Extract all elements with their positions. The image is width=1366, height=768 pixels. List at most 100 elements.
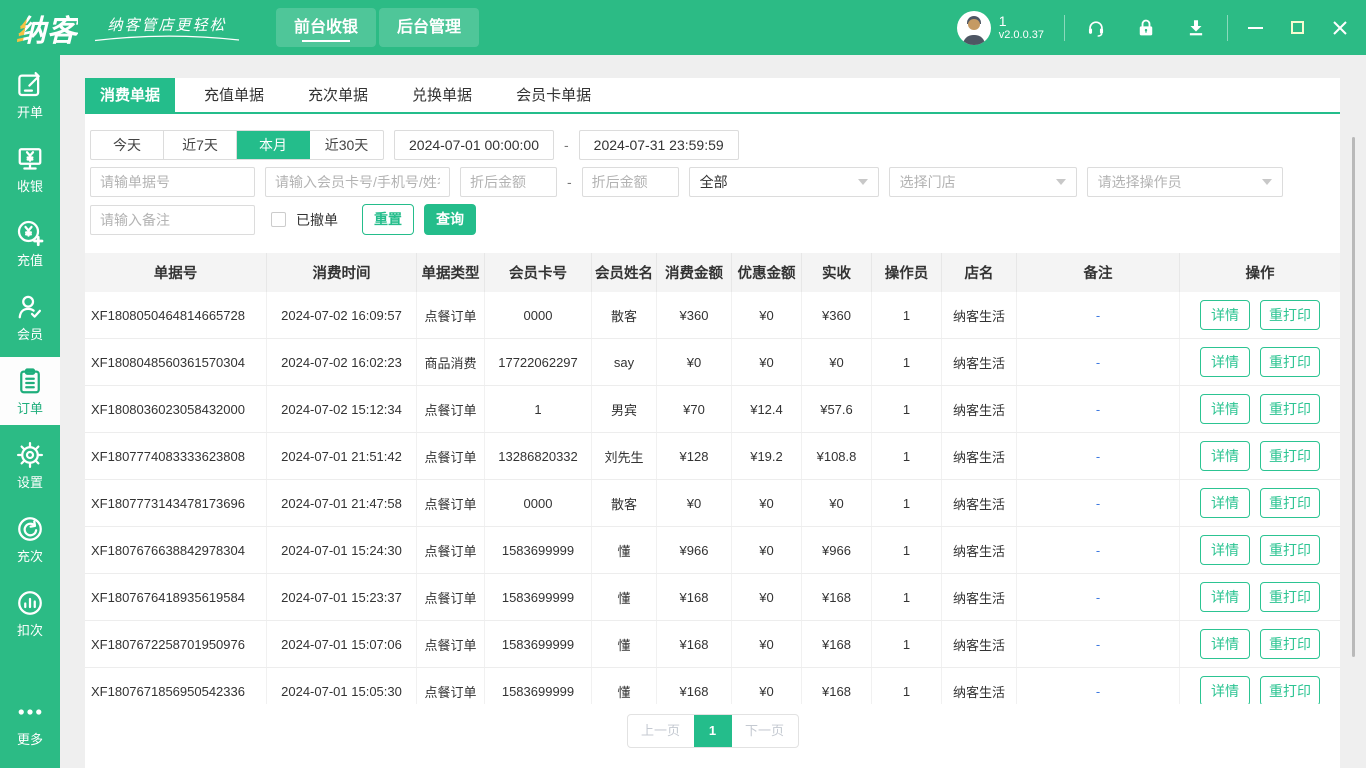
operator-select[interactable]: 请选择操作员 bbox=[1086, 167, 1283, 197]
cell-store: 纳客生活 bbox=[942, 480, 1017, 526]
minimize-icon[interactable] bbox=[1248, 26, 1263, 29]
cell-actions: 详情 重打印 bbox=[1180, 433, 1340, 479]
cell-member: 懂 bbox=[592, 527, 657, 573]
detail-button[interactable]: 详情 bbox=[1200, 488, 1250, 518]
sidebar-item-cashier[interactable]: 收银 bbox=[0, 135, 60, 203]
sidebar-item-settings[interactable]: 设置 bbox=[0, 431, 60, 499]
reprint-button[interactable]: 重打印 bbox=[1260, 676, 1320, 704]
doc-tab[interactable]: 会员卡单据 bbox=[501, 78, 606, 112]
filters: 今天近7天本月近30天 - - 全部 选择门店 请选择操作员 bbox=[85, 114, 1340, 235]
table-row: XF1807672258701950976 2024-07-01 15:07:06… bbox=[85, 621, 1340, 668]
sidebar-item-member[interactable]: 会员 bbox=[0, 283, 60, 351]
cell-time: 2024-07-01 15:23:37 bbox=[267, 574, 417, 620]
detail-button[interactable]: 详情 bbox=[1200, 441, 1250, 471]
date-preset-button[interactable]: 今天 bbox=[91, 131, 164, 159]
column-header: 单据号 bbox=[85, 253, 267, 292]
reset-button[interactable]: 重置 bbox=[362, 204, 414, 235]
detail-button[interactable]: 详情 bbox=[1200, 347, 1250, 377]
amount-min-input[interactable] bbox=[460, 167, 557, 197]
cell-time: 2024-07-01 15:24:30 bbox=[267, 527, 417, 573]
filter-row-actions: 已撤单 重置 查询 bbox=[90, 204, 1335, 235]
cell-discount: ¥0 bbox=[732, 668, 802, 704]
sidebar-item-deduct-times[interactable]: 扣次 bbox=[0, 579, 60, 647]
reprint-button[interactable]: 重打印 bbox=[1260, 488, 1320, 518]
sidebar-item-recharge-times[interactable]: 充次 bbox=[0, 505, 60, 573]
doc-tab[interactable]: 消费单据 bbox=[85, 78, 176, 112]
download-icon[interactable] bbox=[1185, 17, 1207, 39]
doc-tab[interactable]: 充次单据 bbox=[293, 78, 383, 112]
sidebar-item-orders[interactable]: 订单 bbox=[0, 357, 60, 425]
member-search-input[interactable] bbox=[265, 167, 450, 197]
next-page-button[interactable]: 下一页 bbox=[732, 715, 798, 747]
cell-operator: 1 bbox=[872, 527, 942, 573]
cell-type: 点餐订单 bbox=[417, 480, 485, 526]
reprint-button[interactable]: 重打印 bbox=[1260, 347, 1320, 377]
lock-icon[interactable] bbox=[1135, 17, 1157, 39]
topnav-tab[interactable]: 前台收银 bbox=[276, 8, 377, 47]
detail-button[interactable]: 详情 bbox=[1200, 535, 1250, 565]
vertical-scrollbar[interactable] bbox=[1352, 137, 1355, 657]
topnav-tab[interactable]: 后台管理 bbox=[379, 8, 480, 47]
support-headset-icon[interactable] bbox=[1085, 17, 1107, 39]
reprint-button[interactable]: 重打印 bbox=[1260, 629, 1320, 659]
sidebar-item-label: 开单 bbox=[16, 105, 43, 120]
cell-type: 点餐订单 bbox=[417, 292, 485, 338]
slogan-text: 纳客管店更轻松 bbox=[107, 16, 227, 34]
date-preset-button[interactable]: 近7天 bbox=[164, 131, 237, 159]
cell-type: 点餐订单 bbox=[417, 574, 485, 620]
date-to-input[interactable] bbox=[578, 130, 739, 160]
cell-type: 商品消费 bbox=[417, 339, 485, 385]
sidebar-item-billing[interactable]: 开单 bbox=[0, 61, 60, 129]
reprint-button[interactable]: 重打印 bbox=[1260, 394, 1320, 424]
reprint-button[interactable]: 重打印 bbox=[1260, 535, 1320, 565]
current-page-button[interactable]: 1 bbox=[693, 715, 732, 747]
orders-icon bbox=[15, 366, 45, 396]
document-tabs: 消费单据 充值单据 充次单据 兑换单据 会员卡单据 bbox=[85, 78, 1340, 114]
chevron-down-icon bbox=[1055, 179, 1066, 185]
table-row: XF1808036023058432000 2024-07-02 15:12:34… bbox=[85, 386, 1340, 433]
doc-tab[interactable]: 充值单据 bbox=[189, 78, 279, 112]
cell-time: 2024-07-01 21:51:42 bbox=[267, 433, 417, 479]
member-icon bbox=[15, 292, 45, 322]
sidebar-item-label: 扣次 bbox=[16, 623, 43, 638]
detail-button[interactable]: 详情 bbox=[1200, 582, 1250, 612]
detail-button[interactable]: 详情 bbox=[1200, 676, 1250, 704]
sidebar-item-label: 设置 bbox=[16, 475, 43, 490]
table-row: XF1808048560361570304 2024-07-02 16:02:23… bbox=[85, 339, 1340, 386]
table-row: XF1807676638842978304 2024-07-01 15:24:30… bbox=[85, 527, 1340, 574]
pagination-group: 上一页 1 下一页 bbox=[626, 714, 799, 748]
maximize-icon[interactable] bbox=[1291, 21, 1304, 34]
table-body: XF1808050464814665728 2024-07-02 16:09:57… bbox=[85, 292, 1340, 704]
sidebar: 开单收银充值会员 订单设置充次扣次更多 bbox=[0, 55, 60, 768]
sidebar-item-label: 充值 bbox=[16, 253, 43, 268]
store-select[interactable]: 选择门店 bbox=[888, 167, 1077, 197]
revoked-checkbox[interactable] bbox=[271, 212, 286, 227]
prev-page-button[interactable]: 上一页 bbox=[628, 715, 694, 747]
reprint-button[interactable]: 重打印 bbox=[1260, 441, 1320, 471]
cell-card_no: 0000 bbox=[485, 292, 592, 338]
column-header: 操作 bbox=[1245, 266, 1275, 282]
sidebar-item-more[interactable]: 更多 bbox=[0, 688, 60, 756]
order-no-input[interactable] bbox=[90, 167, 255, 197]
remark-input[interactable] bbox=[90, 204, 255, 235]
cell-operator: 1 bbox=[872, 339, 942, 385]
date-from-input[interactable] bbox=[394, 130, 554, 160]
avatar[interactable] bbox=[956, 10, 991, 45]
doc-tab[interactable]: 兑换单据 bbox=[397, 78, 487, 112]
column-header: 实收 bbox=[802, 253, 872, 292]
search-button[interactable]: 查询 bbox=[424, 204, 476, 235]
sidebar-item-recharge[interactable]: 充值 bbox=[0, 209, 60, 277]
detail-button[interactable]: 详情 bbox=[1200, 394, 1250, 424]
amount-max-input[interactable] bbox=[581, 167, 679, 197]
date-preset-button[interactable]: 本月 bbox=[237, 131, 310, 159]
cell-paid: ¥108.8 bbox=[802, 433, 872, 479]
close-icon[interactable] bbox=[1332, 20, 1348, 36]
cell-remark: - bbox=[1017, 527, 1180, 573]
cell-remark: - bbox=[1017, 292, 1180, 338]
order-type-select[interactable]: 全部 bbox=[688, 167, 879, 197]
detail-button[interactable]: 详情 bbox=[1200, 300, 1250, 330]
detail-button[interactable]: 详情 bbox=[1200, 629, 1250, 659]
date-preset-button[interactable]: 近30天 bbox=[310, 131, 383, 159]
reprint-button[interactable]: 重打印 bbox=[1260, 300, 1320, 330]
reprint-button[interactable]: 重打印 bbox=[1260, 582, 1320, 612]
